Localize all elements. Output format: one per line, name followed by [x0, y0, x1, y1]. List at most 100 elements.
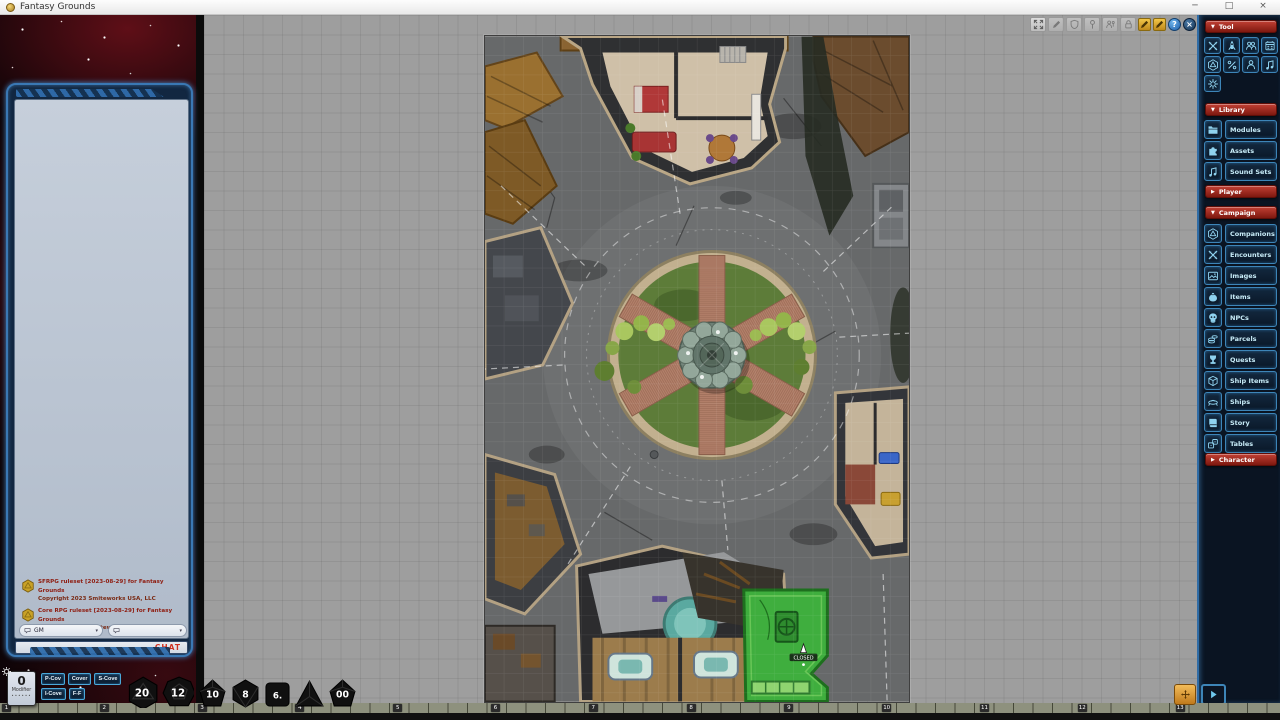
hotkey-slot-8[interactable]: 8	[687, 704, 696, 712]
sidebar-item-icon-button[interactable]	[1204, 371, 1222, 390]
list-item: Assets	[1204, 141, 1277, 160]
tool-effects-button[interactable]	[1223, 56, 1240, 73]
sidebar-item-modules[interactable]: Modules	[1225, 120, 1277, 139]
pin-tool-button[interactable]	[1084, 17, 1100, 32]
p-cov-button[interactable]: P-Cov	[41, 673, 65, 685]
tool-options-button[interactable]	[1204, 75, 1221, 92]
sidebar-item-quests[interactable]: Quests	[1225, 350, 1277, 369]
draw-tool-button[interactable]	[1048, 17, 1064, 32]
help-button[interactable]: ?	[1168, 18, 1181, 31]
tool-calendar-button[interactable]	[1261, 37, 1278, 54]
sidebar-item-icon-button[interactable]	[1204, 120, 1222, 139]
sidebar-item-encounters[interactable]: Encounters	[1225, 245, 1277, 264]
dice-tray: 201210 8 6. 00	[126, 670, 357, 708]
d100-die[interactable]: 00	[328, 679, 357, 708]
s-cove-button[interactable]: S-Cove	[94, 673, 121, 685]
story-icon	[1207, 417, 1219, 429]
sidebar-item-icon-button[interactable]	[1204, 392, 1222, 411]
sidebar-item-assets[interactable]: Assets	[1225, 141, 1277, 160]
tool-dice-roller-button[interactable]	[1204, 56, 1221, 73]
hotkey-slot-2[interactable]: 2	[100, 704, 109, 712]
edit-image-button[interactable]	[1138, 18, 1151, 31]
sidebar-item-icon-button[interactable]	[1204, 434, 1222, 453]
d12-die[interactable]: 12	[162, 676, 194, 708]
hotkey-slot-7[interactable]: 7	[589, 704, 598, 712]
player-vision-button[interactable]	[1102, 17, 1118, 32]
play-icon	[1208, 689, 1219, 700]
hotkey-slot-11[interactable]: 11	[980, 704, 989, 712]
lock-tokens-button[interactable]	[1120, 17, 1136, 32]
expand-icon	[1033, 19, 1044, 30]
d10-die[interactable]: 10	[198, 679, 227, 708]
sidebar-item-companions[interactable]: Companions	[1225, 224, 1277, 243]
tool-party-sheet-button[interactable]	[1242, 37, 1259, 54]
section-header-library[interactable]: ▼ Library	[1205, 103, 1277, 116]
sidebar-item-icon-button[interactable]	[1204, 245, 1222, 264]
chat-frame-stripes	[16, 89, 164, 97]
sidebar-item-icon-button[interactable]	[1204, 224, 1222, 243]
sidebar-item-sound-sets[interactable]: Sound Sets	[1225, 162, 1277, 181]
i-cove-button[interactable]: I-Cove	[41, 688, 66, 700]
list-item: Modules	[1204, 120, 1277, 139]
sidebar-item-ships[interactable]: Ships	[1225, 392, 1277, 411]
sidebar-item-parcels[interactable]: Parcels	[1225, 329, 1277, 348]
collapse-arrow-icon: ▼	[1211, 24, 1215, 30]
chat-bubble-icon	[113, 627, 120, 634]
list-item: Story	[1204, 413, 1277, 432]
sidebar-item-icon-button[interactable]	[1204, 287, 1222, 306]
mask-tool-button[interactable]	[1066, 17, 1082, 32]
minimize-button[interactable]: ─	[1178, 0, 1212, 14]
sidebar-item-icon-button[interactable]	[1204, 350, 1222, 369]
sidebar-item-icon-button[interactable]	[1204, 329, 1222, 348]
sidebar-item-images[interactable]: Images	[1225, 266, 1277, 285]
cover-button[interactable]: Cover	[68, 673, 92, 685]
hotkey-slot-9[interactable]: 9	[784, 704, 793, 712]
f-f-button[interactable]: F-F	[69, 688, 86, 700]
close-window-button[interactable]: ×	[1183, 18, 1196, 31]
chat-identity-dropdown[interactable]: GM ▾	[19, 624, 103, 637]
chat-window[interactable]: SFRPG ruleset [2023-08-29] for Fantasy G…	[6, 83, 193, 657]
play-pointer-button[interactable]	[1201, 684, 1226, 705]
panning-button[interactable]	[1174, 684, 1196, 705]
modifier-gear-icon[interactable]	[1, 666, 12, 677]
fit-to-window-button[interactable]	[1030, 17, 1046, 32]
hotkey-slot-5[interactable]: 5	[393, 704, 402, 712]
sidebar-item-story[interactable]: Story	[1225, 413, 1277, 432]
section-header-player[interactable]: ▶ Player	[1205, 185, 1277, 198]
people-icon	[1245, 40, 1257, 52]
sidebar-item-items[interactable]: Items	[1225, 287, 1277, 306]
map-image-window[interactable]: CLOSED	[484, 35, 910, 703]
sidebar-item-icon-button[interactable]	[1204, 162, 1222, 181]
edit-grid-button[interactable]	[1153, 18, 1166, 31]
tool-combat-tracker-button[interactable]	[1204, 37, 1221, 54]
tool-character-select-button[interactable]	[1242, 56, 1259, 73]
d8-die[interactable]: 8	[231, 679, 260, 708]
sidebar-item-icon-button[interactable]	[1204, 141, 1222, 160]
sidebar-item-icon-button[interactable]	[1204, 308, 1222, 327]
chat-log[interactable]: SFRPG ruleset [2023-08-29] for Fantasy G…	[14, 99, 189, 639]
hotkey-slot-10[interactable]: 10	[882, 704, 891, 712]
list-item: Sound Sets	[1204, 162, 1277, 181]
hotkey-slot-6[interactable]: 6	[491, 704, 500, 712]
section-header-tool[interactable]: ▼ Tool	[1205, 20, 1277, 33]
sidebar-item-tables[interactable]: Tables	[1225, 434, 1277, 453]
d4-die[interactable]	[295, 679, 324, 708]
sidebar-item-icon-button[interactable]	[1204, 266, 1222, 285]
hotkey-slot-13[interactable]: 13	[1176, 704, 1185, 712]
section-header-character[interactable]: ▶ Character	[1205, 453, 1277, 466]
hotkey-slot-12[interactable]: 12	[1078, 704, 1087, 712]
section-header-campaign[interactable]: ▼ Campaign	[1205, 206, 1277, 219]
close-button[interactable]: ×	[1246, 0, 1280, 14]
maximize-button[interactable]: □	[1212, 0, 1246, 14]
d20-die[interactable]: 20	[126, 676, 158, 708]
move-arrows-icon	[1180, 689, 1191, 700]
d6-die[interactable]: 6.	[264, 681, 291, 708]
chat-mode-dropdown[interactable]: ▾	[108, 624, 187, 637]
tool-starship-tracker-button[interactable]	[1223, 37, 1240, 54]
svg-text:8: 8	[242, 690, 248, 701]
sidebar-item-npcs[interactable]: NPCs	[1225, 308, 1277, 327]
sidebar-item-ship-items[interactable]: Ship Items	[1225, 371, 1277, 390]
sidebar-item-icon-button[interactable]	[1204, 413, 1222, 432]
tool-sound-button[interactable]	[1261, 56, 1278, 73]
images-icon	[1207, 270, 1219, 282]
